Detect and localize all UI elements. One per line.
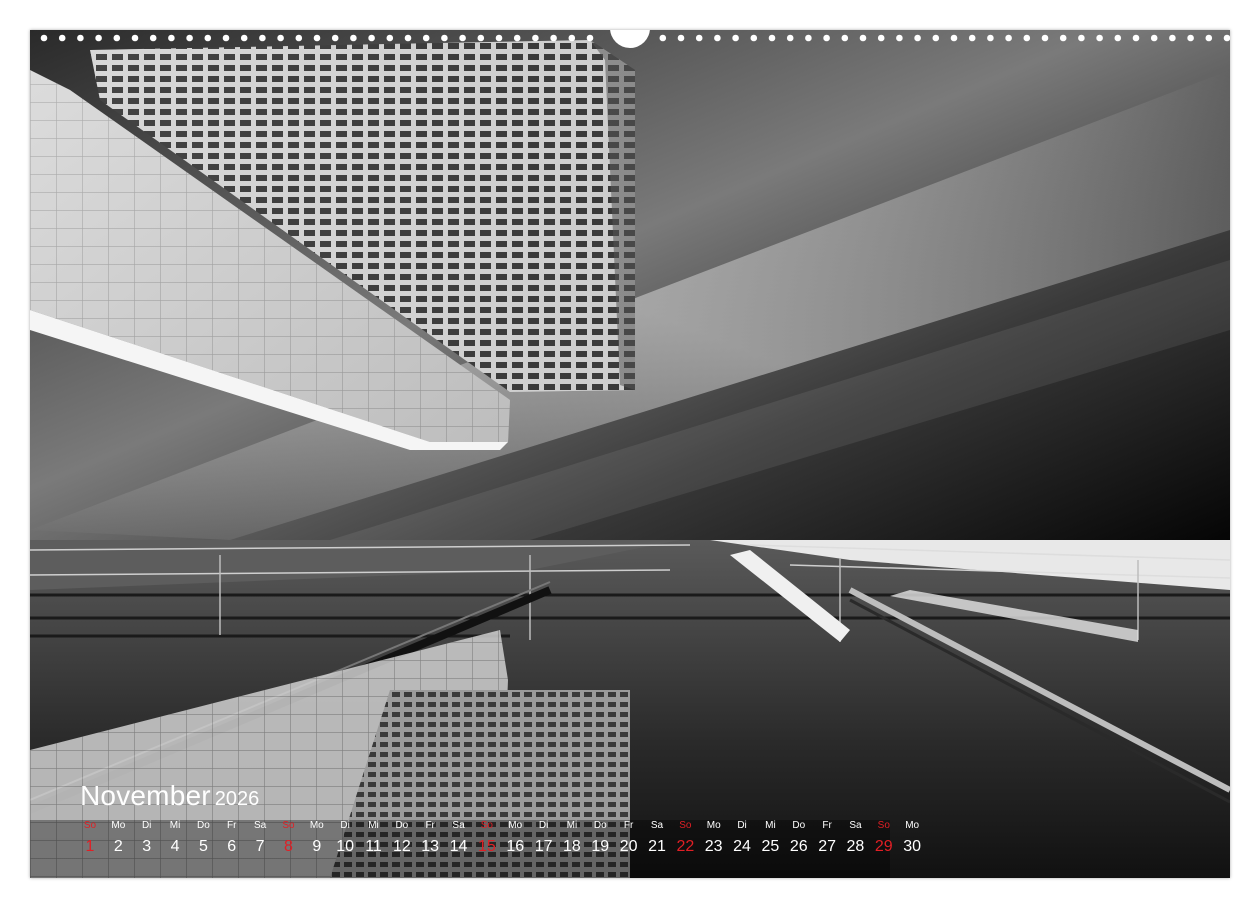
weekday-label: Mo [309, 820, 324, 831]
weekday-label: Mo [706, 820, 721, 831]
day-number: 16 [506, 838, 525, 855]
weekday-label: Do [792, 820, 806, 831]
day-number: 10 [336, 838, 355, 855]
day-number: 4 [170, 838, 180, 855]
calendar-page: November 2026 So 1 Mo 2 Di 3 Mi 4 Do 5 Fr 6 Sa 7 So 8 Mo 9… [30, 30, 1230, 878]
day-number: 8 [283, 838, 293, 855]
weekday-label: Mo [905, 820, 920, 831]
day-number: 17 [534, 838, 553, 855]
weekday-label: Mo [508, 820, 523, 831]
day-number: 6 [227, 838, 237, 855]
day-number: 22 [676, 838, 695, 855]
month-title: November [80, 780, 211, 811]
day-number: 21 [648, 838, 666, 855]
month-caption: November 2026 [80, 780, 259, 812]
day-number: 1 [85, 838, 95, 855]
weekday-label: So [83, 820, 97, 831]
weekday-label: Di [538, 820, 549, 831]
weekday-label: Di [141, 820, 152, 831]
weekday-label: Di [340, 820, 350, 831]
day-number: 3 [142, 838, 152, 855]
weekday-label: Di [737, 820, 747, 831]
weekday-label: So [480, 820, 493, 831]
day-number: 9 [312, 838, 322, 855]
weekday-label: Mi [765, 820, 776, 831]
weekday-label: Do [395, 820, 409, 831]
weekday-label: Sa [849, 820, 862, 831]
day-number: 2 [113, 838, 123, 855]
day-number: 15 [477, 838, 496, 855]
weekday-label: Fr [425, 820, 435, 831]
weekday-label: Do [196, 820, 210, 831]
day-number: 30 [903, 838, 922, 855]
day-number: 25 [761, 838, 780, 855]
day-number: 18 [563, 838, 581, 855]
day-number: 11 [365, 838, 382, 855]
day-number: 13 [421, 838, 440, 855]
year-label: 2026 [214, 788, 260, 810]
weekday-label: Mi [566, 820, 578, 831]
day-number: 24 [733, 838, 751, 855]
day-number: 23 [704, 838, 723, 855]
day-number: 27 [818, 838, 836, 855]
weekday-label: Mo [111, 820, 126, 831]
weekday-label: So [877, 820, 890, 831]
weekday-label: Fr [623, 820, 634, 831]
calendar-strip: So 1 Mo 2 Di 3 Mi 4 Do 5 Fr 6 Sa 7 So 8 Mo 9 Di 10 Mi 11 Do 12 F… [76, 818, 936, 866]
weekday-label: Sa [650, 820, 664, 831]
day-number: 12 [392, 838, 411, 855]
day-number: 14 [449, 838, 468, 855]
weekday-label: Mi [368, 820, 379, 831]
skyscraper-photo [30, 30, 1230, 878]
day-number: 19 [591, 838, 610, 855]
day-number: 28 [846, 838, 865, 855]
weekday-label: Fr [227, 820, 237, 831]
weekday-label: Sa [452, 820, 465, 831]
day-number: 29 [874, 838, 893, 855]
day-number: 5 [198, 838, 208, 855]
weekday-label: So [679, 820, 692, 831]
weekday-label: Fr [822, 820, 832, 831]
day-number: 20 [619, 838, 638, 855]
weekday-label: Mi [169, 820, 181, 831]
weekday-label: Do [593, 820, 607, 831]
weekday-label: Sa [253, 820, 267, 831]
day-number: 7 [255, 838, 265, 855]
weekday-label: So [282, 820, 295, 831]
day-number: 26 [789, 838, 808, 855]
